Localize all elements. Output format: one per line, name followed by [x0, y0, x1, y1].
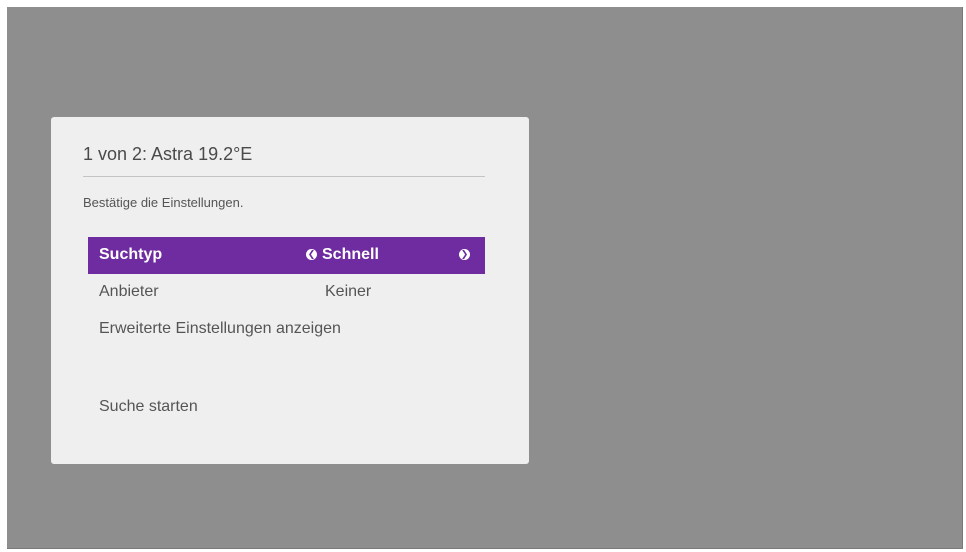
scan-settings-dialog: 1 von 2: Astra 19.2°E Bestätige die Eins…	[51, 117, 529, 464]
advanced-settings-label: Erweiterte Einstellungen anzeigen	[99, 320, 341, 337]
start-search-item[interactable]: Suche starten	[88, 389, 485, 426]
provider-value: Keiner	[325, 283, 372, 300]
tv-screen: 1 von 2: Astra 19.2°E Bestätige die Eins…	[7, 7, 963, 549]
title-divider	[83, 176, 485, 177]
instruction-text: Bestätige die Einstellungen.	[83, 195, 244, 210]
search-type-label: Suchtyp	[99, 246, 163, 263]
provider-label: Anbieter	[99, 283, 159, 300]
search-type-row[interactable]: Suchtyp ❮ Schnell ❯	[88, 237, 485, 274]
chevron-right-icon[interactable]: ❯	[459, 249, 470, 260]
start-search-label: Suche starten	[99, 398, 198, 415]
advanced-settings-item[interactable]: Erweiterte Einstellungen anzeigen	[88, 311, 485, 348]
search-type-value: Schnell	[322, 246, 379, 263]
provider-row[interactable]: Anbieter Keiner	[88, 274, 485, 311]
chevron-left-icon[interactable]: ❮	[306, 249, 317, 260]
dialog-title: 1 von 2: Astra 19.2°E	[83, 144, 253, 164]
